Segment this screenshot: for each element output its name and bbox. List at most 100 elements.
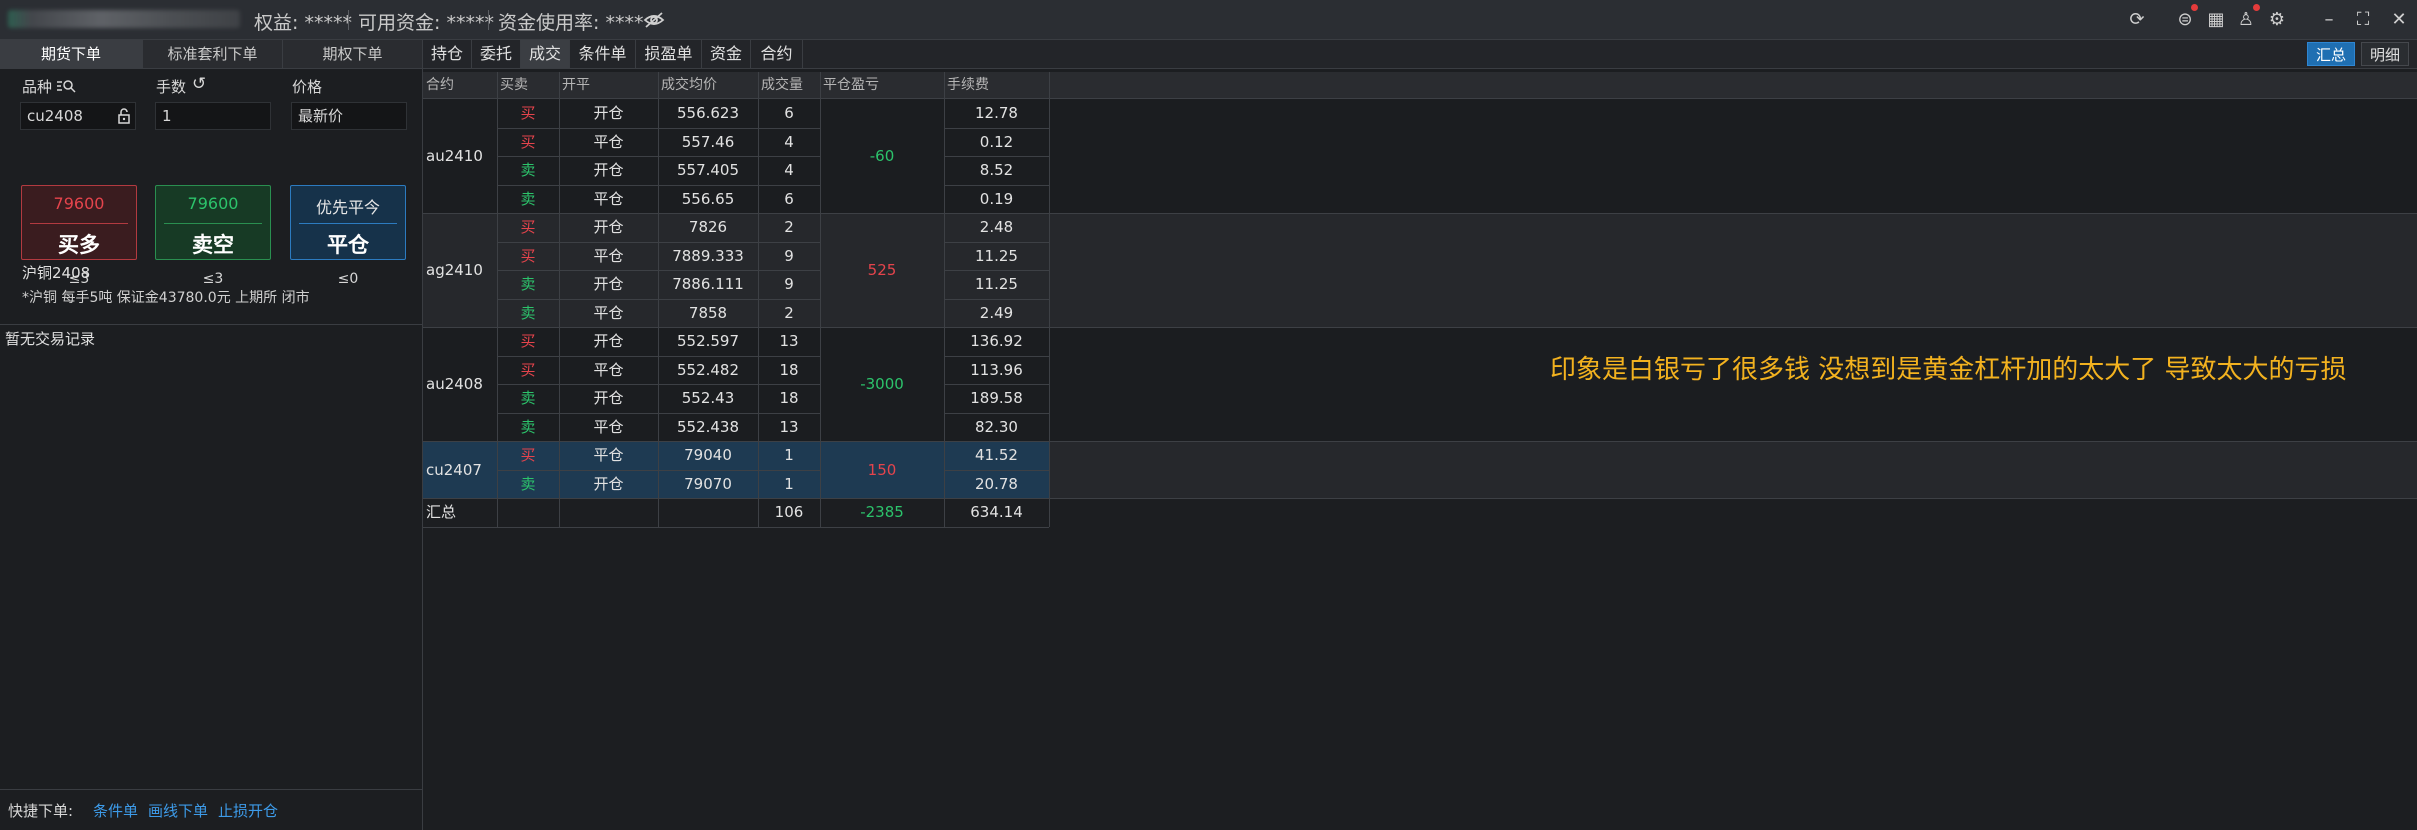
- col-header-side[interactable]: 买卖: [497, 72, 559, 98]
- records-tabs: 持仓 委托 成交 条件单 损盈单 资金 合约 汇总 明细: [423, 40, 2417, 69]
- avg-price-cell: 79040: [684, 446, 732, 464]
- account-name-blurred: [8, 10, 240, 28]
- volume-cell: 9: [784, 246, 794, 265]
- link-line-order[interactable]: 画线下单: [148, 800, 208, 821]
- message-icon[interactable]: ⊜: [2174, 9, 2196, 31]
- no-records-text: 暂无交易记录: [5, 330, 96, 348]
- tab-stop-profit-loss[interactable]: 损盈单: [636, 40, 702, 68]
- avg-price-cell: 7858: [688, 303, 728, 322]
- open-close-cell: 开仓: [593, 104, 624, 122]
- annotation-text: 印象是白银亏了很多钱 没想到是黄金杠杆加的太大了 导致太大的亏损: [1550, 355, 2347, 385]
- calendar-icon[interactable]: ▦: [2205, 9, 2227, 31]
- avg-price-cell: 7886.111: [672, 275, 744, 293]
- user-icon[interactable]: ♙: [2235, 9, 2257, 31]
- close-position-label: 平仓: [327, 233, 369, 257]
- fee-cell: 0.12: [979, 132, 1014, 151]
- tab-conditional[interactable]: 条件单: [570, 40, 636, 68]
- maximize-icon[interactable]: ⛶: [2352, 9, 2374, 31]
- col-header-volume[interactable]: 成交量: [758, 72, 820, 98]
- buy-long-label: 买多: [58, 233, 100, 257]
- divider: [0, 324, 422, 325]
- group-divider: [423, 498, 2417, 499]
- avg-price-cell: 79070: [684, 474, 732, 493]
- side-cell: 买: [520, 104, 536, 122]
- avg-price-cell: 552.43: [681, 389, 735, 407]
- close-pnl-cell: -3000: [860, 375, 904, 393]
- fee-cell: 189.58: [970, 389, 1023, 407]
- fee-cell: 0.19: [979, 189, 1014, 208]
- side-cell: 卖: [520, 161, 536, 179]
- tab-orders[interactable]: 委托: [472, 40, 521, 68]
- open-close-cell: 开仓: [593, 161, 624, 179]
- tab-futures-order[interactable]: 期货下单: [0, 40, 143, 68]
- col-header-contract[interactable]: 合约: [423, 72, 497, 98]
- contract-cell[interactable]: au2410: [423, 142, 497, 170]
- volume-cell: 6: [784, 104, 794, 122]
- divider: [30, 223, 128, 224]
- contract-cell[interactable]: ag2410: [423, 256, 497, 284]
- tab-positions[interactable]: 持仓: [423, 40, 472, 68]
- col-header-avg-price[interactable]: 成交均价: [658, 72, 758, 98]
- open-close-cell: 平仓: [593, 303, 624, 322]
- close-limit: ≤0: [337, 271, 359, 287]
- close-pnl-cell: -60: [869, 147, 895, 165]
- refresh-icon[interactable]: ⟳: [2126, 9, 2148, 31]
- quantity-input[interactable]: 1: [155, 102, 271, 130]
- volume-cell: 13: [779, 417, 799, 436]
- col-header-open-close[interactable]: 开平: [559, 72, 658, 98]
- tab-contracts[interactable]: 合约: [751, 40, 803, 68]
- reset-icon[interactable]: ↺: [192, 74, 206, 94]
- tab-funds[interactable]: 资金: [702, 40, 751, 68]
- search-icon[interactable]: [56, 78, 76, 94]
- volume-cell: 4: [784, 132, 794, 151]
- col-header-close-pnl[interactable]: 平仓盈亏: [820, 72, 944, 98]
- summary-button[interactable]: 汇总: [2307, 42, 2355, 66]
- volume-cell: 18: [779, 360, 799, 379]
- total-fee: 634.14: [970, 503, 1023, 521]
- order-panel: 期货下单 标准套利下单 期权下单 品种 手数 ↺ 价格 cu2408 1 最新价…: [0, 40, 423, 830]
- fee-cell: 20.78: [975, 474, 1018, 493]
- link-conditional-order[interactable]: 条件单: [93, 800, 138, 821]
- eye-hidden-icon[interactable]: [643, 10, 665, 30]
- avg-price-cell: 556.623: [676, 104, 740, 122]
- link-stop-loss-open[interactable]: 止损开仓: [218, 800, 278, 821]
- close-pnl-cell: 525: [867, 261, 897, 279]
- side-cell: 卖: [520, 389, 536, 407]
- detail-button[interactable]: 明细: [2361, 42, 2409, 66]
- contract-cell[interactable]: au2408: [423, 370, 497, 398]
- open-close-cell: 平仓: [593, 360, 624, 379]
- divider: [348, 10, 349, 30]
- open-close-cell: 开仓: [593, 332, 624, 350]
- tab-trades[interactable]: 成交: [521, 40, 570, 68]
- price-select[interactable]: 最新价: [291, 102, 407, 130]
- open-close-cell: 平仓: [593, 417, 624, 436]
- side-cell: 买: [520, 360, 536, 379]
- open-close-cell: 平仓: [593, 246, 624, 265]
- sell-short-button[interactable]: 79600 卖空: [155, 185, 271, 260]
- avg-price-cell: 557.405: [676, 161, 740, 179]
- buy-long-button[interactable]: 79600 买多: [21, 185, 137, 260]
- volume-cell: 1: [784, 474, 794, 493]
- settings-icon[interactable]: ⚙: [2266, 9, 2288, 31]
- fee-cell: 2.49: [979, 303, 1014, 322]
- close-position-button[interactable]: 优先平今 平仓: [290, 185, 406, 260]
- contract-cell[interactable]: cu2407: [423, 456, 497, 484]
- open-close-cell: 开仓: [593, 474, 624, 493]
- fee-cell: 113.96: [970, 360, 1023, 379]
- tab-options-order[interactable]: 期权下单: [283, 40, 422, 68]
- notification-dot: [2191, 4, 2198, 11]
- sell-short-label: 卖空: [192, 233, 234, 257]
- fee-cell: 11.25: [975, 275, 1018, 293]
- tab-arbitrage-order[interactable]: 标准套利下单: [143, 40, 283, 68]
- volume-cell: 2: [784, 218, 794, 236]
- minimize-icon[interactable]: –: [2318, 9, 2340, 31]
- open-close-cell: 平仓: [593, 189, 624, 208]
- avg-price-cell: 7826: [688, 218, 728, 236]
- unlock-icon[interactable]: [118, 108, 130, 124]
- side-cell: 卖: [520, 417, 536, 436]
- col-header-fee[interactable]: 手续费: [944, 72, 1049, 98]
- close-icon[interactable]: ✕: [2388, 9, 2410, 31]
- fee-cell: 82.30: [975, 417, 1018, 436]
- table-bottom-line: [423, 526, 1049, 528]
- trades-table: 合约 买卖 开平 成交均价 成交量 平仓盈亏 手续费 au2410 -60 买开仓 5…: [423, 72, 2417, 830]
